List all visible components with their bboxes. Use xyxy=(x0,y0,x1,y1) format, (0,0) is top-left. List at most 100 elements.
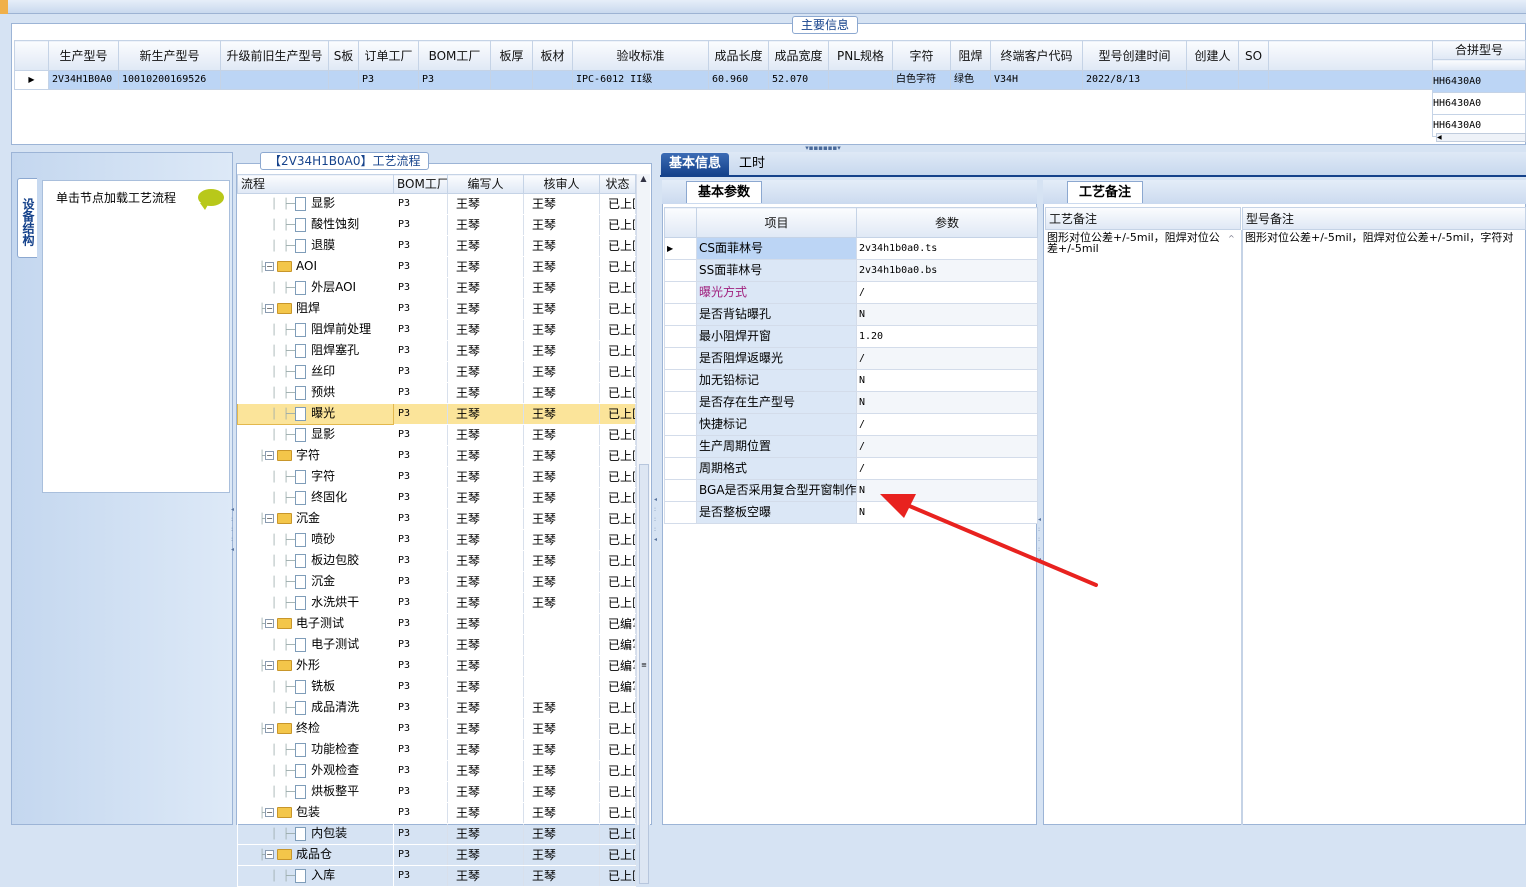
collapse-icon[interactable]: − xyxy=(265,514,275,523)
top-cell[interactable] xyxy=(828,70,893,90)
top-col-header[interactable]: 创建人 xyxy=(1186,40,1239,71)
top-cell[interactable] xyxy=(532,70,573,90)
collapse-icon[interactable]: − xyxy=(265,304,275,313)
top-col-header[interactable]: 成品长度 xyxy=(708,40,769,71)
params-row[interactable]: SS面菲林号 2v34h1b0a0.bs xyxy=(664,259,1038,282)
tree-node-label[interactable]: 沉金 xyxy=(311,574,335,588)
top-cell[interactable] xyxy=(220,70,329,90)
tree-node-label[interactable]: 外观检查 xyxy=(311,763,359,777)
tree-node-label[interactable]: 沉金 xyxy=(296,511,320,525)
tree-row[interactable]: ├−阻焊P3王琴王琴已上区 xyxy=(237,298,636,320)
top-col-header[interactable]: BOM工厂 xyxy=(418,40,491,71)
tree-node-label[interactable]: 显影 xyxy=(311,196,335,210)
tree-row[interactable]: ├−成品仓P3王琴王琴已上区 xyxy=(237,844,636,866)
tree-row[interactable]: │ ├─丝印P3王琴王琴已上区 xyxy=(237,361,636,383)
tree-col-header[interactable]: 流程 xyxy=(237,174,394,194)
tree-node-label[interactable]: 退膜 xyxy=(311,238,335,252)
tree-node-label[interactable]: 终检 xyxy=(296,721,320,735)
params-row[interactable]: ▶ CS面菲林号 2v34h1b0a0.ts xyxy=(664,237,1038,260)
tree-row[interactable]: ├−AOIP3王琴王琴已上区 xyxy=(237,256,636,278)
params-row[interactable]: 快捷标记 / xyxy=(664,413,1038,436)
params-row[interactable]: 是否存在生产型号 N xyxy=(664,391,1038,414)
tree-node-label[interactable]: 水洗烘干 xyxy=(311,595,359,609)
tree-node-label[interactable]: 电子测试 xyxy=(296,616,344,630)
tree-row[interactable]: ├−包装P3王琴王琴已上区 xyxy=(237,802,636,824)
tree-node-label[interactable]: 阻焊塞孔 xyxy=(311,343,359,357)
tree-node-label[interactable]: 烘板整平 xyxy=(311,784,359,798)
tree-row[interactable]: │ ├─显影P3王琴王琴已上区 xyxy=(237,193,636,215)
top-col-header[interactable]: S板 xyxy=(328,40,359,71)
top-cell[interactable]: 60.960 xyxy=(708,70,769,90)
tree-row[interactable]: │ ├─酸性蚀刻P3王琴王琴已上区 xyxy=(237,214,636,236)
top-col-header[interactable]: 验收标准 xyxy=(572,40,709,71)
tree-row[interactable]: │ ├─内包装P3王琴王琴已上区 xyxy=(237,823,636,845)
collapse-icon[interactable]: − xyxy=(265,724,275,733)
remark-col2-text[interactable]: 图形对位公差+/-5mil，阻焊对位公差+/-5mil，字符对 xyxy=(1245,232,1526,243)
merge-grid[interactable]: 合拼型号 HH6430A0 HH6430A0 HH6430A0 xyxy=(1432,40,1526,137)
params-row[interactable]: 是否背钻曝孔 N xyxy=(664,303,1038,326)
top-grid[interactable]: 生产型号 新生产型号 升级前旧生产型号 S板 订单工厂 BOM工厂 板厚 板材 验收标准 成品长度… xyxy=(14,40,1444,138)
scroll-thumb[interactable]: ≡ xyxy=(639,464,649,884)
top-col-header[interactable]: 板材 xyxy=(532,40,573,71)
scroll-up-icon[interactable]: ▲ xyxy=(637,174,650,183)
tree-col-header[interactable]: 核审人 xyxy=(523,174,600,194)
tree-row[interactable]: │ ├─退膜P3王琴王琴已上区 xyxy=(237,235,636,257)
tree-node-label[interactable]: 内包装 xyxy=(311,826,347,840)
tree-col-header[interactable]: BOM工厂 xyxy=(393,174,448,194)
tree-row[interactable]: │ ├─烘板整平P3王琴王琴已上区 xyxy=(237,781,636,803)
params-value[interactable]: / xyxy=(856,435,1038,458)
tree-row[interactable]: │ ├─水洗烘干P3王琴王琴已上区 xyxy=(237,592,636,614)
tree-row[interactable]: │ ├─沉金P3王琴王琴已上区 xyxy=(237,571,636,593)
params-row[interactable]: 生产周期位置 / xyxy=(664,435,1038,458)
top-cell[interactable] xyxy=(328,70,359,90)
top-col-header[interactable]: 生产型号 xyxy=(48,40,119,71)
tree-node-label[interactable]: 预烘 xyxy=(311,385,335,399)
top-col-header[interactable]: 新生产型号 xyxy=(118,40,221,71)
tree-row[interactable]: ├−外形P3王琴已编写 xyxy=(237,655,636,677)
tree-node-label[interactable]: 显影 xyxy=(311,427,335,441)
merge-hscrollbar[interactable]: ◀ xyxy=(1436,133,1526,142)
collapse-icon[interactable]: − xyxy=(265,808,275,817)
tree-row[interactable]: │ ├─阻焊塞孔P3王琴王琴已上区 xyxy=(237,340,636,362)
top-cell[interactable]: 52.070 xyxy=(768,70,829,90)
tree-node-label[interactable]: 包装 xyxy=(296,805,320,819)
params-value[interactable]: N xyxy=(856,391,1038,414)
tree-row[interactable]: ├−字符P3王琴王琴已上区 xyxy=(237,445,636,467)
tree-row[interactable]: │ ├─ 电子测试 P3王琴 已编写 xyxy=(237,634,636,656)
remark-col1-text[interactable]: 图形对位公差+/-5mil，阻焊对位公差+/-5mil xyxy=(1047,232,1225,254)
params-grid[interactable]: 项目 参数 ▶ CS面菲林号 2v34h1b0a0.ts SS面菲林号 2v34h1b0… xyxy=(664,207,1038,524)
device-structure-tab[interactable]: 设备结构 xyxy=(17,178,37,258)
top-col-header[interactable]: 字符 xyxy=(892,40,951,71)
tree-row[interactable]: │ ├─功能检查P3王琴王琴已上区 xyxy=(237,739,636,761)
collapse-icon[interactable]: − xyxy=(265,262,275,271)
tree-node-label[interactable]: 铣板 xyxy=(311,679,335,693)
params-value[interactable]: 2v34h1b0a0.bs xyxy=(856,259,1038,282)
tree-row[interactable]: │ ├─显影P3王琴王琴已上区 xyxy=(237,424,636,446)
tree-node-label[interactable]: 外层AOI xyxy=(311,280,356,294)
params-value[interactable]: / xyxy=(856,413,1038,436)
top-cell[interactable] xyxy=(1186,70,1239,90)
params-value[interactable]: N xyxy=(856,303,1038,326)
params-value[interactable]: / xyxy=(856,457,1038,480)
tree-node-label[interactable]: 丝印 xyxy=(311,364,335,378)
top-col-header[interactable]: 板厚 xyxy=(490,40,533,71)
top-col-header[interactable]: 升级前旧生产型号 xyxy=(220,40,329,71)
tree-row[interactable]: ├−沉金P3王琴王琴已上区 xyxy=(237,508,636,530)
tree-node-label[interactable]: 成品清洗 xyxy=(311,700,359,714)
tab-work-hours[interactable]: 工时 xyxy=(731,153,773,175)
tree-row[interactable]: │ ├─喷砂P3王琴王琴已上区 xyxy=(237,529,636,551)
tree-col-header[interactable]: 状态 xyxy=(599,174,636,194)
top-grid-row[interactable]: ▶ 2V34H1B0A0 10010200169526 P3 P3 IPC-6012 II… xyxy=(14,70,1444,90)
tree-node-label[interactable]: 终固化 xyxy=(311,490,347,504)
params-value[interactable]: / xyxy=(856,281,1038,304)
tree-vscrollbar[interactable]: ▲ ≡ xyxy=(636,174,650,884)
top-col-header[interactable]: 型号创建时间 xyxy=(1082,40,1187,71)
tree-node-label[interactable]: 阻焊 xyxy=(296,301,320,315)
tree-row[interactable]: │ ├─ 铣板 P3王琴 已编写 xyxy=(237,676,636,698)
remark-scroll-icon[interactable]: ^ xyxy=(1228,234,1235,243)
top-cell[interactable] xyxy=(1238,70,1269,90)
top-cell[interactable] xyxy=(490,70,533,90)
tree-node-label[interactable]: 功能检查 xyxy=(311,742,359,756)
tree-row[interactable]: │ ├─板边包胶P3王琴王琴已上区 xyxy=(237,550,636,572)
top-cell[interactable]: P3 xyxy=(418,70,491,90)
